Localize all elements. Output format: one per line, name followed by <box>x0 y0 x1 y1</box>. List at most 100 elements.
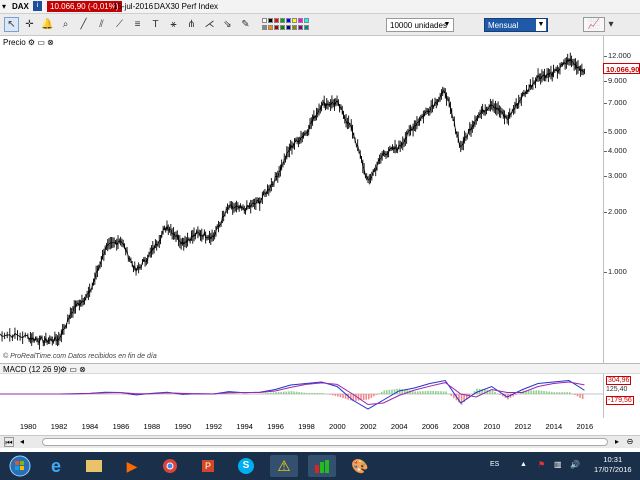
wrench-icon[interactable]: ⚙ <box>28 38 35 47</box>
ray-tool-icon[interactable]: ⟋ <box>112 17 127 32</box>
macd-histogram-bar <box>295 391 298 394</box>
macd-histogram-bar <box>288 391 290 394</box>
macd-histogram-bar <box>275 392 277 394</box>
info-icon[interactable]: i <box>33 1 42 11</box>
clock[interactable]: 10:31 17/07/2016 <box>594 455 632 475</box>
x-tick-label: 1994 <box>236 422 253 431</box>
macd-histogram-bar <box>362 394 365 400</box>
paint-icon[interactable]: 🎨 <box>346 455 374 477</box>
line-tool-icon[interactable]: ╱ <box>76 17 91 32</box>
color-swatch[interactable] <box>280 18 285 23</box>
pointer-icon[interactable]: ↖ <box>4 17 19 32</box>
macd-histogram-bar <box>432 390 435 394</box>
y-tick-label: 5.000 <box>608 127 627 137</box>
chrome-icon[interactable] <box>156 455 184 477</box>
flag-icon[interactable]: ⚑ <box>538 460 545 469</box>
time-axis[interactable]: 1980 1982 1984 1986 1988 1990 1992 1994 1996 1998… <box>0 420 640 434</box>
color-swatch[interactable] <box>268 18 273 23</box>
chart-type-dropdown-icon[interactable]: ▾ <box>606 17 616 32</box>
macd-histogram-bar <box>581 394 584 400</box>
explorer-icon[interactable] <box>80 455 108 477</box>
macd-chart[interactable] <box>0 374 603 418</box>
zoom-out-icon[interactable]: ⊖ <box>625 437 635 447</box>
chevron-down-icon: ▼ <box>536 19 546 31</box>
shapes-tool-icon[interactable]: ⚹ <box>166 17 181 32</box>
close-icon[interactable]: ⊗ <box>47 38 54 47</box>
channel-tool-icon[interactable]: ⫽ <box>94 17 109 32</box>
alert-bell-icon[interactable]: 🔔 <box>40 17 55 32</box>
wrench-icon[interactable]: ⚙ ▭ ⊗ <box>60 365 86 374</box>
warning-app-icon[interactable]: ⚠ <box>270 455 298 477</box>
macd-histogram-bar <box>576 394 579 397</box>
crosshair-icon[interactable]: ✛ <box>22 17 37 32</box>
start-button[interactable] <box>6 455 34 477</box>
macd-histogram-bar <box>499 394 502 395</box>
menu-icon[interactable]: ▾ <box>2 2 6 11</box>
window-icon[interactable]: ▭ <box>37 38 45 47</box>
media-player-icon[interactable]: ▶ <box>118 455 146 477</box>
color-swatch[interactable] <box>262 25 267 30</box>
network-icon[interactable]: ▥ <box>554 460 562 469</box>
macd-histogram-bar <box>339 394 342 398</box>
macd-histogram-bar <box>270 392 272 394</box>
x-tick-label: 1986 <box>112 422 130 431</box>
zoom-icon[interactable]: ⌕ <box>58 17 73 32</box>
scroll-right-icon[interactable]: ▸ <box>612 437 622 447</box>
macd-histogram-bar <box>264 393 267 394</box>
color-swatch[interactable] <box>298 18 303 23</box>
macd-histogram-bar <box>429 390 432 394</box>
chart-scrollbar[interactable]: ⏮ ◂ ▸ ⊖ <box>0 435 640 448</box>
pitchfork-tool-icon[interactable]: ⋔ <box>184 17 199 32</box>
period-select[interactable]: Mensual ▼ <box>484 18 548 32</box>
x-tick-label: 2002 <box>359 422 377 431</box>
color-swatch[interactable] <box>268 25 273 30</box>
y-tick-label: 3.000 <box>608 171 627 181</box>
color-swatch[interactable] <box>292 18 297 23</box>
tray-arrow-icon[interactable]: ▲ <box>520 461 527 468</box>
color-swatch[interactable] <box>304 18 309 23</box>
presentation-icon[interactable]: P <box>194 455 222 477</box>
color-swatch[interactable] <box>274 18 279 23</box>
language-indicator[interactable]: ES <box>490 461 499 468</box>
color-swatch[interactable] <box>304 25 309 30</box>
macd-histogram-bar <box>319 392 321 394</box>
scroll-left-icon[interactable]: ◂ <box>17 437 27 447</box>
volume-icon[interactable]: 🔊 <box>570 460 580 469</box>
fan-tool-icon[interactable]: ⋌ <box>202 17 217 32</box>
quantity-select[interactable]: 10000 unidades ▼ <box>386 18 454 32</box>
arrow-tool-icon[interactable]: ⇘ <box>220 17 235 32</box>
macd-histogram-bar <box>453 394 455 399</box>
color-swatch[interactable] <box>280 25 285 30</box>
color-swatch[interactable] <box>292 25 297 30</box>
chart-type-icon[interactable]: 📈 <box>583 17 605 32</box>
macd-histogram-bar <box>494 391 496 394</box>
pen-tool-icon[interactable]: ✎ <box>238 17 253 32</box>
ie-icon[interactable]: e <box>42 455 70 477</box>
macd-histogram-bar <box>422 391 424 394</box>
macd-histogram-bar <box>311 392 313 394</box>
x-tick-label: 1980 <box>19 422 37 431</box>
color-swatch[interactable] <box>286 25 291 30</box>
scroll-thumb[interactable] <box>42 438 608 446</box>
macd-histogram-bar <box>166 393 169 394</box>
macd-histogram-bar <box>496 393 499 394</box>
macd-histogram-bar <box>514 394 517 395</box>
price-series-line <box>0 58 585 345</box>
color-swatch[interactable] <box>286 18 291 23</box>
price-axis[interactable]: 12.000 9.000 7.000 5.000 4.000 3.000 2.000 1.00… <box>603 36 640 363</box>
macd-histogram-bar <box>476 388 478 394</box>
scroll-back-icon[interactable]: ⏮ <box>4 437 14 447</box>
text-tool-icon[interactable]: T <box>148 17 163 32</box>
skype-icon[interactable]: S <box>232 455 260 477</box>
windows-taskbar: e ▶ P S ⚠ 🎨 ES ▲ ⚑ ▥ 🔊 10:31 17/07/2016 <box>0 452 640 480</box>
prorealtime-icon[interactable] <box>308 455 336 477</box>
color-swatch[interactable] <box>298 25 303 30</box>
macd-histogram-bar <box>233 393 236 394</box>
color-swatch[interactable] <box>262 18 267 23</box>
macd-histogram-bar <box>419 391 422 394</box>
fibonacci-tool-icon[interactable]: ≡ <box>130 17 145 32</box>
price-chart[interactable] <box>0 36 603 363</box>
macd-histogram-bar <box>553 392 556 394</box>
x-tick-label: 2016 <box>576 422 594 431</box>
color-swatch[interactable] <box>274 25 279 30</box>
